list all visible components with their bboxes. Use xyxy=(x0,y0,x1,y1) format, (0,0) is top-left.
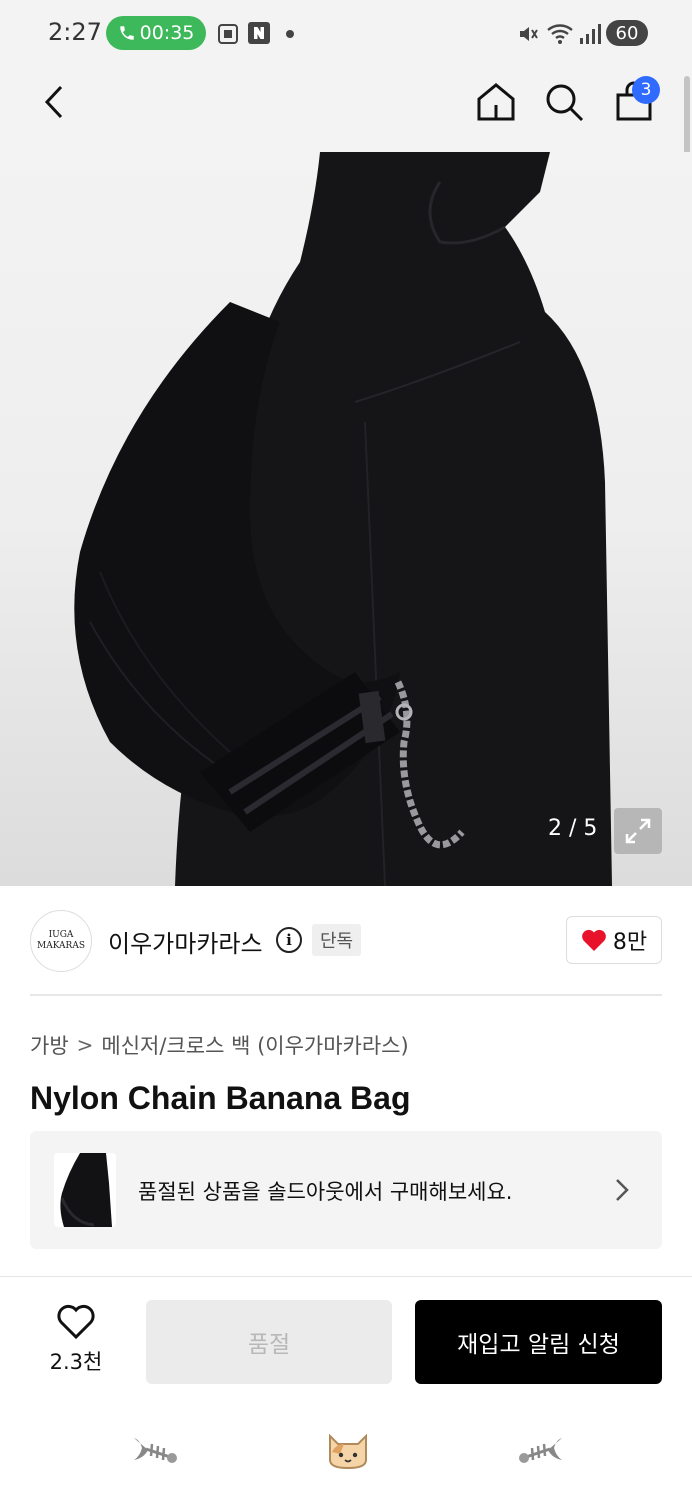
search-icon xyxy=(546,84,584,122)
mute-icon xyxy=(520,27,538,41)
wishlist-count: 2.3천 xyxy=(49,1350,103,1374)
fishbone-icon[interactable] xyxy=(130,1430,180,1470)
naver-icon xyxy=(248,22,270,44)
call-indicator[interactable]: 00:35 xyxy=(106,16,206,50)
notification-dot-icon xyxy=(286,30,294,38)
soldout-banner-text: 품절된 상품을 솔드아웃에서 구매해보세요. xyxy=(138,1180,513,1204)
brand-like-count: 8만 xyxy=(612,930,648,955)
divider xyxy=(30,994,662,996)
chevron-right-icon xyxy=(616,1179,629,1201)
breadcrumb: 가방 > 메신저/크로스 백 (이우가마카라스) xyxy=(30,1030,409,1060)
search-button[interactable] xyxy=(540,78,588,126)
brand-logo-line2: MAKARAS xyxy=(36,941,85,951)
wifi-icon xyxy=(547,24,573,44)
heart-filled-icon xyxy=(582,929,606,951)
soldout-button: 품절 xyxy=(146,1300,392,1384)
brand-like-button[interactable]: 8만 xyxy=(566,916,662,964)
heart-outline-icon xyxy=(57,1304,95,1340)
breadcrumb-subcategory[interactable]: 메신저/크로스 백 (이우가마카라스) xyxy=(101,1030,408,1060)
battery-indicator: 60 xyxy=(606,20,648,46)
home-icon xyxy=(477,83,515,121)
phone-icon xyxy=(119,26,134,40)
restock-alert-button[interactable]: 재입고 알림 신청 xyxy=(415,1300,662,1384)
status-time: 2:27 xyxy=(48,18,102,46)
breadcrumb-category[interactable]: 가방 xyxy=(30,1030,69,1060)
chevron-left-icon xyxy=(44,85,63,119)
status-bar: 2:27 00:35 60 xyxy=(0,0,692,66)
brand-name-link[interactable]: 이우가마카라스 xyxy=(108,924,263,959)
screenshot-icon xyxy=(218,24,238,44)
product-photo xyxy=(74,152,612,886)
image-counter: 2 / 5 xyxy=(548,816,598,841)
soldout-thumbnail xyxy=(54,1153,116,1227)
product-thumbnail-image xyxy=(60,1153,112,1227)
wishlist-button[interactable]: 2.3천 xyxy=(36,1304,116,1384)
call-timer: 00:35 xyxy=(139,22,195,44)
fishbone-icon[interactable] xyxy=(516,1430,566,1470)
breadcrumb-separator: > xyxy=(76,1033,94,1057)
product-title: Nylon Chain Banana Bag xyxy=(30,1080,411,1116)
brand-info-icon[interactable]: i xyxy=(276,927,302,953)
expand-image-button[interactable] xyxy=(614,808,662,854)
top-nav xyxy=(0,66,692,152)
back-button[interactable] xyxy=(30,78,78,126)
signal-icon xyxy=(580,24,601,44)
home-button[interactable] xyxy=(472,78,520,126)
soldout-promo-banner[interactable]: 품절된 상품을 솔드아웃에서 구매해보세요. xyxy=(30,1131,662,1249)
cart-count-badge: 3 xyxy=(632,76,660,104)
brand-logo[interactable]: IUGA MAKARAS xyxy=(30,910,92,972)
exclusive-badge: 단독 xyxy=(312,924,362,956)
expand-icon xyxy=(625,818,651,844)
product-image-gallery[interactable] xyxy=(0,152,692,886)
cat-face-icon[interactable] xyxy=(326,1430,370,1470)
brand-logo-line1: IUGA xyxy=(48,930,74,940)
scrollbar[interactable] xyxy=(684,76,690,156)
